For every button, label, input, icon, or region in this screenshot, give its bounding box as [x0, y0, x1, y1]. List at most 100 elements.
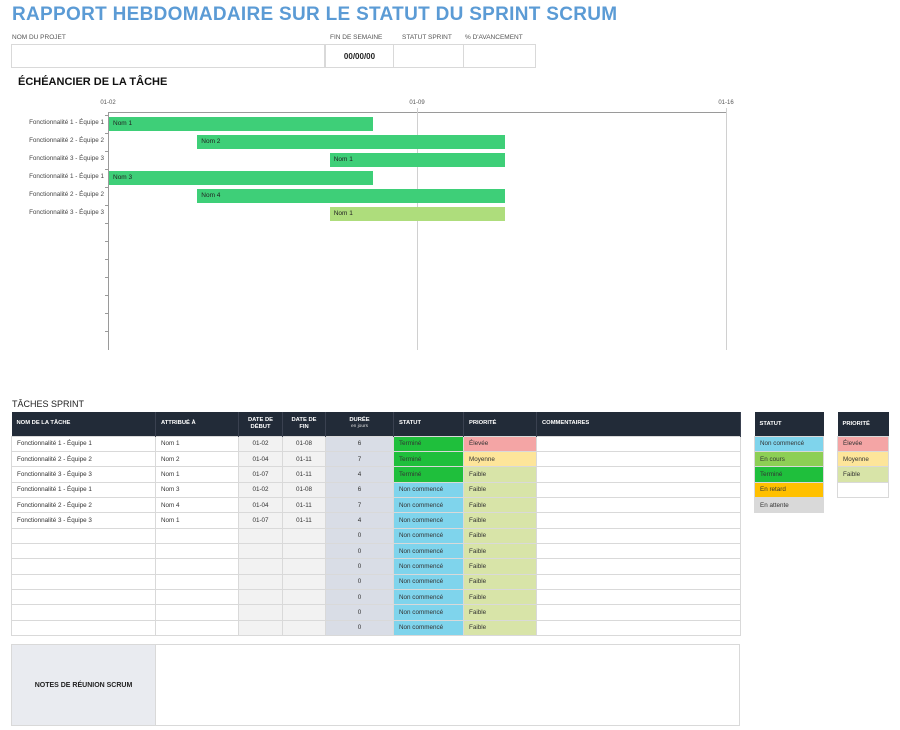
priority-cell[interactable]: Faible — [463, 604, 537, 621]
task-cell[interactable] — [11, 558, 156, 575]
end-date-cell[interactable] — [282, 527, 326, 544]
priority-cell[interactable]: Faible — [463, 558, 537, 575]
assigned-cell[interactable]: Nom 1 — [155, 466, 239, 483]
end-date-cell[interactable] — [282, 604, 326, 621]
assigned-cell[interactable]: Nom 2 — [155, 450, 239, 468]
duration-cell[interactable]: 7 — [325, 496, 394, 514]
comments-cell[interactable] — [536, 619, 741, 636]
priority-cell[interactable]: Faible — [463, 466, 537, 483]
comments-cell[interactable] — [536, 573, 741, 590]
task-cell[interactable] — [11, 604, 156, 621]
comments-cell[interactable] — [536, 512, 741, 529]
end-date-cell[interactable] — [282, 573, 326, 590]
assigned-cell[interactable]: Nom 1 — [155, 512, 239, 529]
comments-cell[interactable] — [536, 604, 741, 621]
task-cell[interactable] — [11, 619, 156, 636]
start-date-cell[interactable] — [238, 542, 283, 560]
assigned-cell[interactable] — [155, 542, 239, 560]
priority-cell[interactable]: Élevée — [463, 435, 537, 452]
comments-cell[interactable] — [536, 558, 741, 575]
status-cell[interactable]: Terminé — [393, 466, 464, 483]
duration-cell[interactable]: 0 — [325, 527, 394, 544]
end-date-cell[interactable] — [282, 619, 326, 636]
status-cell[interactable]: Non commencé — [393, 588, 464, 606]
assigned-cell[interactable]: Nom 1 — [155, 435, 239, 452]
end-date-cell[interactable]: 01-11 — [282, 450, 326, 468]
comments-cell[interactable] — [536, 435, 741, 452]
start-date-cell[interactable] — [238, 619, 283, 636]
start-date-cell[interactable]: 01-02 — [238, 435, 283, 452]
end-date-cell[interactable]: 01-08 — [282, 481, 326, 498]
duration-cell[interactable]: 4 — [325, 512, 394, 529]
priority-cell[interactable]: Faible — [463, 512, 537, 529]
priority-cell[interactable]: Faible — [463, 527, 537, 544]
comments-cell[interactable] — [536, 542, 741, 560]
status-cell[interactable]: Non commencé — [393, 542, 464, 560]
priority-cell[interactable]: Moyenne — [463, 450, 537, 468]
start-date-cell[interactable] — [238, 527, 283, 544]
assigned-cell[interactable]: Nom 4 — [155, 496, 239, 514]
assigned-cell[interactable] — [155, 588, 239, 606]
status-cell[interactable]: Terminé — [393, 435, 464, 452]
task-cell[interactable] — [11, 527, 156, 544]
scrum-notes-field[interactable] — [157, 645, 739, 725]
status-cell[interactable]: Non commencé — [393, 527, 464, 544]
duration-cell[interactable]: 6 — [325, 481, 394, 498]
comments-cell[interactable] — [536, 496, 741, 514]
end-date-cell[interactable]: 01-11 — [282, 466, 326, 483]
task-cell[interactable]: Fonctionnalité 3 - Équipe 3 — [11, 466, 156, 483]
task-cell[interactable]: Fonctionnalité 1 - Équipe 1 — [11, 435, 156, 452]
start-date-cell[interactable]: 01-04 — [238, 450, 283, 468]
priority-cell[interactable]: Faible — [463, 481, 537, 498]
week-end-field[interactable]: 00/00/00 — [325, 44, 394, 68]
assigned-cell[interactable] — [155, 619, 239, 636]
comments-cell[interactable] — [536, 466, 741, 483]
start-date-cell[interactable] — [238, 604, 283, 621]
comments-cell[interactable] — [536, 450, 741, 468]
end-date-cell[interactable]: 01-11 — [282, 512, 326, 529]
task-cell[interactable] — [11, 542, 156, 560]
end-date-cell[interactable] — [282, 558, 326, 575]
end-date-cell[interactable] — [282, 588, 326, 606]
comments-cell[interactable] — [536, 481, 741, 498]
start-date-cell[interactable]: 01-07 — [238, 466, 283, 483]
start-date-cell[interactable] — [238, 573, 283, 590]
project-name-field[interactable] — [11, 44, 325, 68]
status-cell[interactable]: Non commencé — [393, 619, 464, 636]
task-cell[interactable]: Fonctionnalité 2 - Équipe 2 — [11, 450, 156, 468]
priority-cell[interactable]: Faible — [463, 542, 537, 560]
status-cell[interactable]: Non commencé — [393, 496, 464, 514]
end-date-cell[interactable]: 01-11 — [282, 496, 326, 514]
end-date-cell[interactable] — [282, 542, 326, 560]
assigned-cell[interactable]: Nom 3 — [155, 481, 239, 498]
duration-cell[interactable]: 0 — [325, 558, 394, 575]
duration-cell[interactable]: 7 — [325, 450, 394, 468]
duration-cell[interactable]: 0 — [325, 588, 394, 606]
start-date-cell[interactable]: 01-04 — [238, 496, 283, 514]
end-date-cell[interactable]: 01-08 — [282, 435, 326, 452]
duration-cell[interactable]: 6 — [325, 435, 394, 452]
status-cell[interactable]: Non commencé — [393, 558, 464, 575]
task-cell[interactable] — [11, 588, 156, 606]
priority-cell[interactable]: Faible — [463, 619, 537, 636]
comments-cell[interactable] — [536, 527, 741, 544]
status-cell[interactable]: Non commencé — [393, 512, 464, 529]
duration-cell[interactable]: 0 — [325, 619, 394, 636]
start-date-cell[interactable]: 01-07 — [238, 512, 283, 529]
task-cell[interactable] — [11, 573, 156, 590]
task-cell[interactable]: Fonctionnalité 2 - Équipe 2 — [11, 496, 156, 514]
duration-cell[interactable]: 0 — [325, 573, 394, 590]
assigned-cell[interactable] — [155, 604, 239, 621]
priority-cell[interactable]: Faible — [463, 573, 537, 590]
duration-cell[interactable]: 0 — [325, 604, 394, 621]
assigned-cell[interactable] — [155, 573, 239, 590]
duration-cell[interactable]: 4 — [325, 466, 394, 483]
start-date-cell[interactable] — [238, 558, 283, 575]
priority-cell[interactable]: Faible — [463, 496, 537, 514]
task-cell[interactable]: Fonctionnalité 1 - Équipe 1 — [11, 481, 156, 498]
task-cell[interactable]: Fonctionnalité 3 - Équipe 3 — [11, 512, 156, 529]
comments-cell[interactable] — [536, 588, 741, 606]
assigned-cell[interactable] — [155, 558, 239, 575]
start-date-cell[interactable] — [238, 588, 283, 606]
status-cell[interactable]: Non commencé — [393, 481, 464, 498]
